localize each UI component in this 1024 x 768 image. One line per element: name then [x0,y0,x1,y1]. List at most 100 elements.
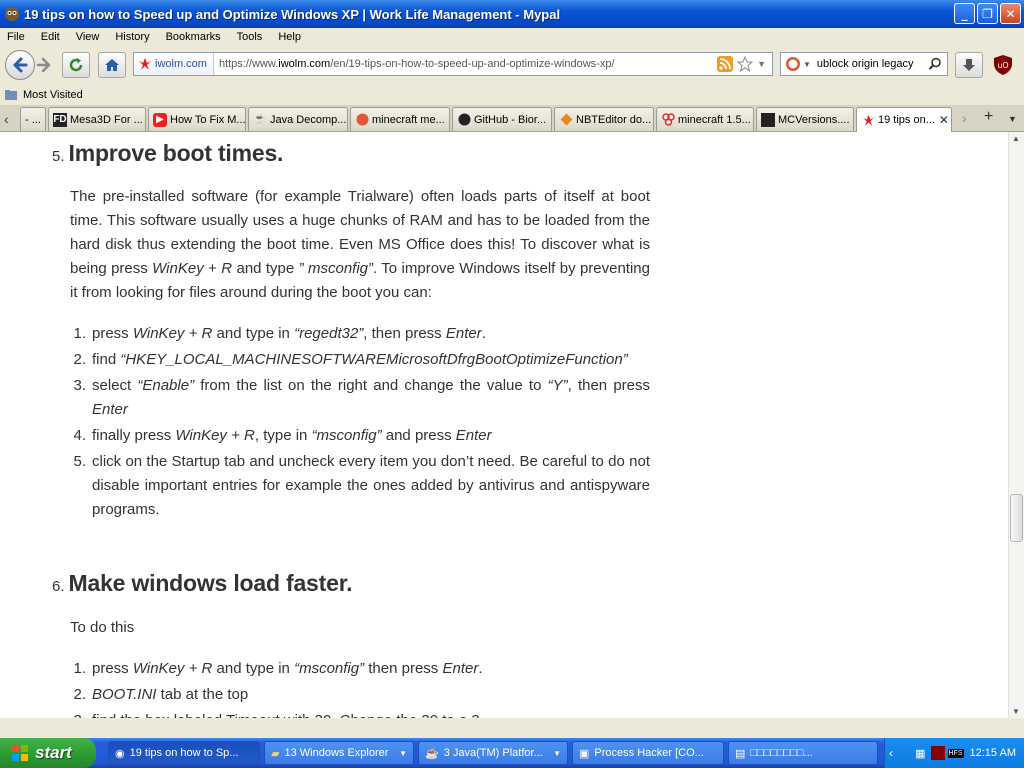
item-text: , type in [254,427,312,444]
close-tab-icon[interactable]: ✕ [935,113,949,127]
network-graph-icon[interactable] [930,746,945,760]
address-bar[interactable]: iwolm.com https://www.iwolm.com/en/19-ti… [133,52,773,76]
tab-label: Java Decomp... [270,113,347,126]
tray-badge[interactable]: HFS [947,748,964,758]
list-item: 3. select “Enable” from the list on the r… [70,374,650,422]
close-window-button[interactable]: ✕ [1000,3,1021,24]
new-tab-button[interactable]: + [984,108,993,126]
scroll-down-arrow-icon[interactable]: ▼ [1012,707,1020,716]
title-bar: 19 tips on how to Speed up and Optimize … [0,0,1024,28]
youtube-icon: ▶ [153,112,167,127]
search-engine-dropdown-icon[interactable]: ▼ [803,60,811,69]
task-label: 19 tips on how to Sp... [129,747,239,759]
search-bar[interactable]: ▼ ublock origin legacy [780,52,948,76]
ublock-button[interactable]: uO [992,54,1014,76]
forward-button[interactable] [36,57,52,78]
menu-file[interactable]: File [0,31,33,43]
most-visited-label: Most Visited [23,88,83,101]
scroll-up-arrow-icon[interactable]: ▲ [1012,134,1020,143]
bookmarks-toolbar: Most Visited [0,84,1024,105]
scrollbar-thumb[interactable] [1010,494,1023,542]
java-task-icon: ☕ [425,747,439,760]
item-em: “Y” [547,377,568,394]
tab-8[interactable]: MCVersions.... [756,107,854,131]
tab-label: 19 tips on... [878,114,935,126]
list-number: 3. [73,377,86,394]
para-em: WinKey [152,260,204,277]
para-text: and type [232,260,299,277]
menu-edit[interactable]: Edit [33,31,68,43]
section-title: Make windows load faster. [68,570,353,596]
rss-feed-icon[interactable] [717,56,734,72]
site-favicon-icon [139,58,151,70]
minimize-button[interactable]: _ [954,3,975,24]
menu-history[interactable]: History [107,31,157,43]
reload-button[interactable] [62,52,90,78]
tab-0[interactable]: - ... [20,107,46,131]
task-process-hacker[interactable]: ▣ Process Hacker [CO... [572,741,724,765]
clock[interactable]: 12:15 AM [970,747,1016,759]
tab-7[interactable]: minecraft 1.5... [656,107,754,131]
menu-help[interactable]: Help [270,31,309,43]
item-text: select [92,377,138,394]
vertical-scrollbar[interactable]: ▲ ▼ [1008,132,1024,718]
task-java[interactable]: ☕ 3 Java(TM) Platfor... ▼ [418,741,568,765]
java-icon: ☕ [253,114,267,125]
menu-tools[interactable]: Tools [229,31,271,43]
url-prefix: https://www. [218,58,279,70]
para-text: + [203,260,222,277]
search-icon[interactable] [928,57,942,71]
tab-5[interactable]: GitHub - Bior... [452,107,552,131]
bookmark-star-icon[interactable] [737,56,754,72]
tab-label: - ... [25,113,41,126]
item-em: Enter [455,427,492,444]
menu-view[interactable]: View [68,31,108,43]
site-identity-button[interactable]: iwolm.com [134,53,214,75]
search-input[interactable]: ublock origin legacy [817,58,914,70]
task-browser[interactable]: ◉ 19 tips on how to Sp... [108,741,260,765]
downloads-button[interactable] [955,52,983,78]
keyboard-icon[interactable]: ▦ [915,747,925,760]
task-windows-explorer[interactable]: ▰ 13 Windows Explorer ▼ [264,741,414,765]
task-unknown[interactable]: ▤ □□□□□□□□... [728,741,878,765]
most-visited-bookmark[interactable]: Most Visited [4,88,83,102]
back-button[interactable] [5,50,35,80]
item-em: “msconfig” [294,660,365,677]
item-text: find the box labeled Timeout with 30. Ch… [92,709,650,718]
tab-1[interactable]: FD Mesa3D For ... [48,107,146,131]
nbteditor-icon [559,113,573,127]
tray-expand-icon[interactable]: ‹ [889,746,893,760]
mesa3d-favicon-icon: FD [53,112,67,127]
item-text: and type in [212,325,295,342]
list-item: 1. press WinKey + R and type in “msconfig… [70,657,650,681]
scroll-tabs-right-button[interactable]: › [962,110,967,126]
home-button[interactable] [98,52,126,78]
tab-6[interactable]: NBTEditor do... [554,107,654,131]
item-em: Enter [445,325,482,342]
list-item: 1. press WinKey + R and type in “regedt32… [70,322,650,346]
start-button[interactable]: start [0,738,96,768]
para-em: R [221,260,233,277]
list-number: 2. [73,351,86,368]
duckduckgo-icon[interactable] [785,56,801,72]
back-arrow-icon [13,57,28,73]
window-title: 19 tips on how to Speed up and Optimize … [24,6,561,22]
tab-3[interactable]: ☕ Java Decomp... [248,107,348,131]
tab-label: NBTEditor do... [576,113,652,126]
app-task-icon: ▤ [735,747,746,760]
tab-4[interactable]: minecraft me... [350,107,450,131]
menu-bookmarks[interactable]: Bookmarks [158,31,229,43]
folder-icon [5,89,17,100]
list-item: 2. BOOT.INI tab at the top [70,683,650,707]
list-item: 2. find “HKEY_LOCAL_MACHINESOFTWAREMicros… [70,348,650,372]
list-all-tabs-button[interactable]: ▼ [1008,114,1017,124]
tab-9-active[interactable]: 19 tips on... ✕ [856,107,952,132]
scroll-tabs-left-button[interactable]: ‹ [4,111,9,127]
maximize-button[interactable]: ❐ [977,3,998,24]
url-domain: iwolm.com [278,58,331,70]
url-dropdown-icon[interactable]: ▼ [757,59,766,69]
section-6-list: 1. press WinKey + R and type in “msconfig… [70,657,650,718]
tab-2[interactable]: ▶ How To Fix M... [148,107,246,131]
duckduckgo-tab-icon [355,113,369,127]
item-text: , then press [363,325,446,342]
